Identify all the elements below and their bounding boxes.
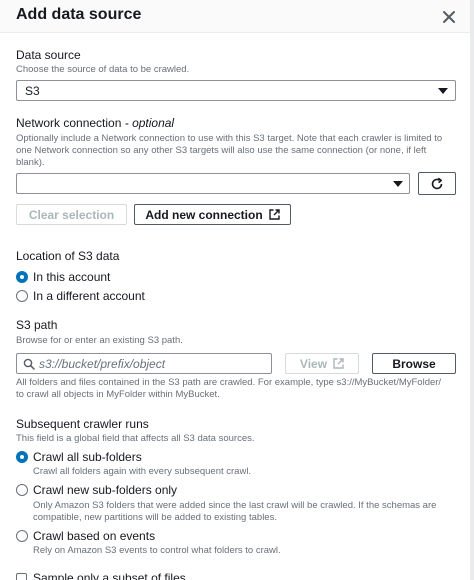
clear-selection-button[interactable]: Clear selection: [16, 204, 127, 225]
s3-path-field[interactable]: [16, 353, 272, 374]
browse-label: Browse: [392, 356, 436, 371]
crawl-events-description: Rely on Amazon S3 events to control what…: [33, 545, 281, 556]
search-icon: [23, 358, 35, 370]
scrollbar-track: [470, 0, 474, 580]
add-new-connection-button[interactable]: Add new connection: [134, 204, 291, 225]
network-connection-description-3: blank).: [16, 157, 45, 168]
view-button[interactable]: View: [285, 353, 359, 374]
s3-path-help-2: to crawl all objects in MyFolder within …: [16, 389, 220, 400]
refresh-button[interactable]: [418, 172, 456, 195]
add-new-connection-label: Add new connection: [145, 207, 263, 222]
network-connection-label-text: Network connection: [16, 116, 122, 130]
browse-button[interactable]: Browse: [372, 353, 456, 374]
option-in-different-account-label: In a different account: [33, 289, 145, 303]
data-source-value: S3: [25, 84, 40, 98]
network-connection-description-2: one Network connection so any other S3 t…: [16, 145, 427, 156]
close-icon[interactable]: [438, 6, 460, 28]
close-button[interactable]: [438, 6, 460, 28]
location-label: Location of S3 data: [16, 249, 120, 263]
data-source-select[interactable]: S3: [16, 80, 456, 101]
crawl-new-label: Crawl new sub-folders only: [33, 483, 178, 497]
data-source-label: Data source: [16, 48, 81, 62]
radio-crawl-all[interactable]: [16, 451, 28, 463]
network-connection-description-1: Optionally include a Network connection …: [16, 133, 443, 144]
subsequent-runs-description: This field is a global field that affect…: [16, 433, 255, 444]
external-link-icon: [333, 358, 344, 369]
sample-subset-checkbox[interactable]: [16, 573, 27, 580]
crawl-all-description: Crawl all folders again with every subse…: [33, 466, 252, 477]
s3-path-description: Browse for or enter an existing S3 path.: [16, 335, 183, 346]
radio-crawl-new[interactable]: [16, 484, 28, 496]
view-label: View: [299, 356, 328, 371]
refresh-icon: [431, 177, 443, 189]
optional-tag: - optional: [124, 116, 175, 130]
crawl-all-label: Crawl all sub-folders: [33, 450, 142, 464]
radio-in-different-account[interactable]: [16, 290, 28, 302]
s3-path-help-1: All folders and files contained in the S…: [16, 377, 442, 388]
modal-title: Add data source: [16, 6, 142, 23]
radio-in-this-account[interactable]: [16, 271, 28, 283]
external-link-icon: [268, 209, 280, 220]
s3-path-input[interactable]: [39, 355, 269, 372]
sample-subset-label: Sample only a subset of files: [33, 571, 186, 580]
crawl-new-description-1: Only Amazon S3 folders that were added s…: [33, 500, 437, 511]
crawl-events-label: Crawl based on events: [33, 529, 156, 543]
network-connection-select[interactable]: [16, 173, 410, 194]
network-connection-label: Network connection - optional: [16, 116, 174, 130]
modal-header: Add data source: [0, 0, 474, 33]
caret-down-icon: [393, 181, 403, 187]
clear-selection-label: Clear selection: [28, 207, 115, 222]
radio-crawl-events[interactable]: [16, 530, 28, 542]
caret-down-icon: [438, 88, 448, 94]
option-in-this-account-label: In this account: [33, 270, 111, 284]
crawl-new-description-2: compatible, new partitions will be added…: [33, 512, 277, 523]
s3-path-label: S3 path: [16, 318, 58, 332]
data-source-description: Choose the source of data to be crawled.: [16, 64, 190, 75]
subsequent-runs-label: Subsequent crawler runs: [16, 417, 149, 431]
